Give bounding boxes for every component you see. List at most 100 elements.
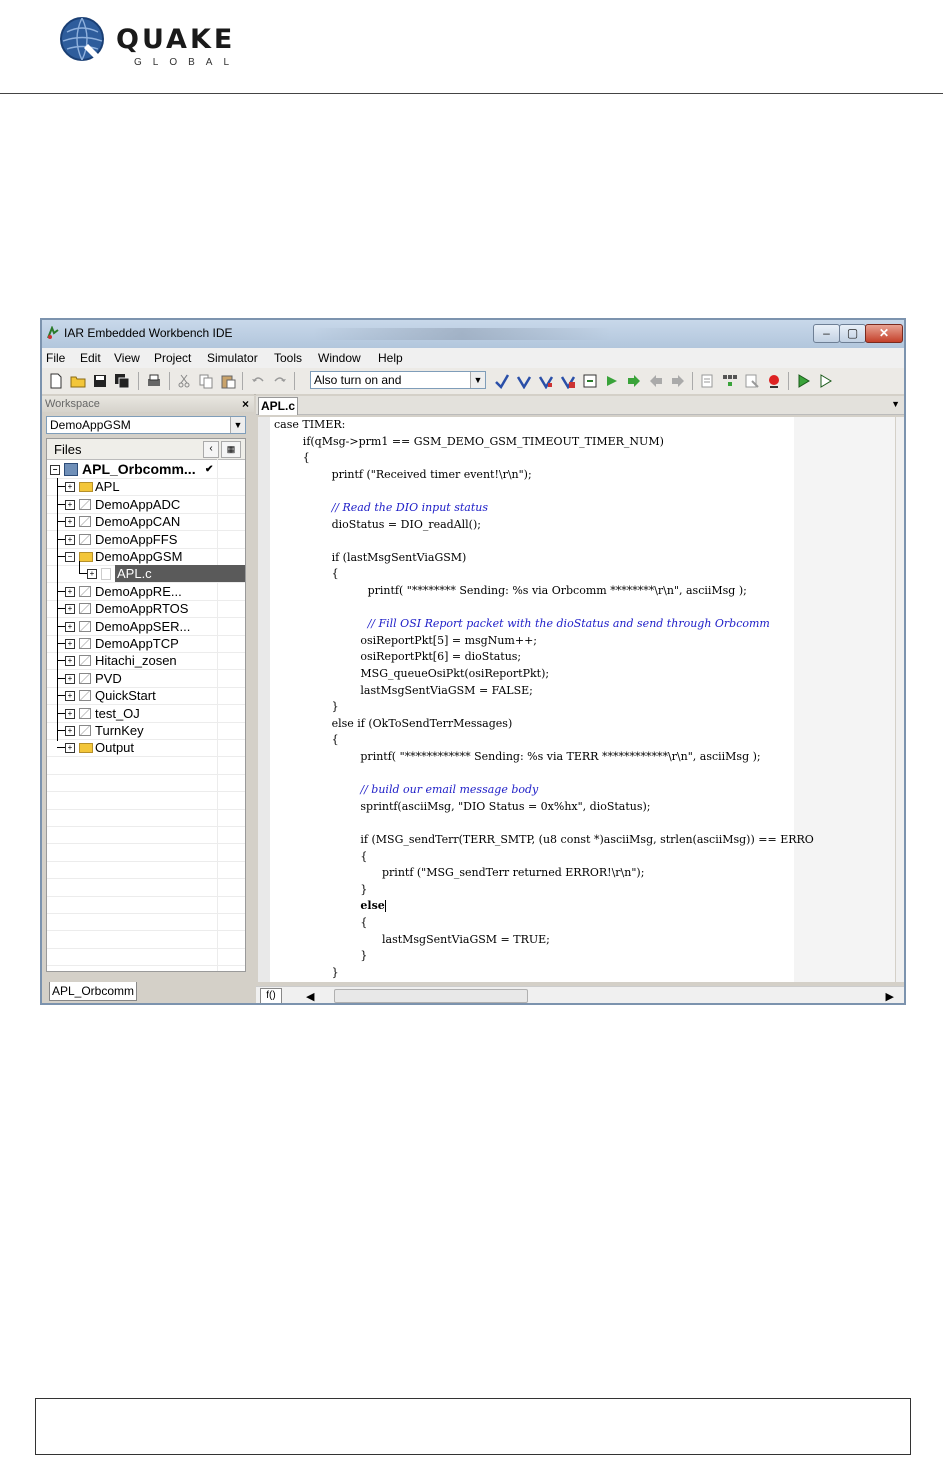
expand-icon[interactable]: + — [65, 534, 75, 545]
tree-item[interactable]: − DemoAppGSM — [47, 548, 245, 565]
save-icon[interactable] — [92, 373, 108, 389]
tree-item[interactable]: + PVD — [47, 670, 245, 687]
tree-item[interactable]: + test_OJ — [47, 705, 245, 722]
menu-tools[interactable]: Tools — [274, 351, 302, 365]
options-icon[interactable]: ▦ — [221, 441, 241, 458]
scroll-right-icon[interactable]: ▶ — [886, 990, 894, 1003]
expand-icon[interactable]: + — [65, 691, 75, 702]
tree-item-label: APL — [95, 479, 120, 495]
scroll-left-icon[interactable]: ◀ — [306, 990, 314, 1003]
editor-tab-bar: APL.c ▼ — [256, 396, 904, 415]
chevron-down-icon[interactable]: ▼ — [470, 372, 485, 388]
vertical-scrollbar[interactable] — [896, 417, 904, 982]
function-nav-button[interactable]: f() — [260, 988, 282, 1003]
tree-item[interactable]: + Hitachi_zosen — [47, 652, 245, 669]
cut-icon[interactable] — [176, 373, 192, 389]
bookmark-icon[interactable] — [604, 373, 620, 389]
tree-item[interactable]: + QuickStart — [47, 687, 245, 704]
menu-window[interactable]: Window — [318, 351, 361, 365]
print-icon[interactable] — [146, 373, 162, 389]
find-icon[interactable] — [494, 373, 510, 389]
collapse-icon[interactable]: − — [50, 465, 60, 475]
new-file-icon[interactable] — [48, 373, 64, 389]
title-bar[interactable]: IAR Embedded Workbench IDE – ▢ ✕ — [42, 320, 904, 348]
workspace-close-button[interactable]: × — [242, 396, 249, 412]
prev-bookmark-icon[interactable] — [648, 373, 664, 389]
chevron-down-icon[interactable]: ▼ — [230, 417, 245, 433]
find-next-icon[interactable] — [516, 373, 532, 389]
replace-icon[interactable] — [560, 373, 576, 389]
tab-menu-icon[interactable]: ▼ — [891, 399, 900, 409]
tree-item[interactable]: + APL — [47, 478, 245, 495]
tree-item[interactable]: + DemoAppCAN — [47, 513, 245, 530]
make-icon[interactable] — [722, 373, 738, 389]
open-folder-icon[interactable] — [70, 373, 86, 389]
expand-icon[interactable]: + — [65, 482, 75, 493]
stop-build-icon[interactable] — [766, 373, 782, 389]
debug-no-download-icon[interactable] — [818, 373, 834, 389]
tree-item[interactable]: + DemoAppRTOS — [47, 600, 245, 617]
minimize-button[interactable]: – — [813, 324, 840, 343]
menu-simulator[interactable]: Simulator — [207, 351, 258, 365]
workspace-tab[interactable]: APL_Orbcomm — [49, 982, 137, 1001]
next-bookmark-icon[interactable] — [626, 373, 642, 389]
code-editor[interactable]: case TIMER: if(qMsg->prm1 == GSM_DEMO_GSM… — [258, 417, 895, 982]
menu-view[interactable]: View — [114, 351, 140, 365]
tree-item[interactable]: + Output — [47, 739, 245, 756]
tree-item[interactable]: + DemoAppTCP — [47, 635, 245, 652]
redo-icon[interactable] — [272, 373, 288, 389]
menu-file[interactable]: File — [46, 351, 65, 365]
code-text: if(qMsg->prm1 == GSM_DEMO_GSM_TIMEOUT_TI… — [302, 434, 664, 448]
code-line: printf( "************ Sending: %s via TE… — [360, 750, 760, 764]
expand-icon[interactable]: + — [65, 639, 75, 649]
expand-icon[interactable]: + — [65, 726, 75, 736]
expand-icon[interactable]: + — [65, 708, 75, 719]
scroll-thumb[interactable] — [334, 989, 528, 1003]
debug-icon[interactable] — [796, 373, 812, 389]
configuration-select[interactable]: DemoAppGSM ▼ — [46, 416, 246, 434]
project-icon — [64, 463, 78, 476]
go-to-icon[interactable] — [582, 373, 598, 389]
tree-item[interactable]: + DemoAppADC — [47, 496, 245, 513]
tree-item[interactable]: + DemoAppRE... — [47, 583, 245, 600]
menu-project[interactable]: Project — [154, 351, 191, 365]
tree-item[interactable]: + DemoAppSER... — [47, 618, 245, 635]
close-button[interactable]: ✕ — [865, 324, 903, 343]
code-text: } — [360, 882, 368, 896]
menu-edit[interactable]: Edit — [80, 351, 101, 365]
tree-item[interactable]: + APL.c — [47, 561, 245, 583]
expand-icon[interactable]: + — [65, 586, 75, 597]
code-line: if (lastMsgSentViaGSM) — [332, 551, 467, 565]
find-combo-box[interactable]: Also turn on and ▼ — [310, 371, 486, 389]
horizontal-scrollbar[interactable]: f() ◀ ▶ — [256, 986, 904, 1003]
expand-icon[interactable]: + — [65, 499, 75, 510]
menu-help[interactable]: Help — [378, 351, 403, 365]
expand-icon[interactable]: + — [65, 621, 75, 632]
column-scroll-icon[interactable]: ‹ — [203, 441, 219, 458]
logo-subtitle: GLOBAL — [134, 57, 241, 68]
expand-icon[interactable]: + — [87, 569, 97, 580]
window-title: IAR Embedded Workbench IDE — [64, 326, 233, 340]
copy-icon[interactable] — [198, 373, 214, 389]
save-all-icon[interactable] — [114, 373, 130, 389]
maximize-button[interactable]: ▢ — [839, 324, 866, 343]
tab-apl-c[interactable]: APL.c — [258, 397, 298, 415]
expand-icon[interactable]: + — [65, 673, 75, 684]
tree-item[interactable]: + TurnKey — [47, 722, 245, 739]
code-line: { — [303, 451, 310, 465]
rebuild-icon[interactable] — [744, 373, 760, 389]
tree-item-label: DemoAppCAN — [95, 514, 181, 530]
code-text: if (lastMsgSentViaGSM) — [331, 550, 467, 564]
expand-icon[interactable]: + — [65, 656, 75, 667]
tree-item[interactable]: + DemoAppFFS — [47, 531, 245, 548]
tree-item[interactable]: − APL_Orbcomm... ✔ — [47, 461, 245, 478]
compile-icon[interactable] — [700, 373, 716, 389]
expand-icon[interactable]: + — [65, 743, 75, 754]
expand-icon[interactable]: + — [65, 517, 75, 528]
collapse-icon[interactable]: − — [65, 552, 75, 562]
expand-icon[interactable]: + — [65, 604, 75, 615]
find-prev-icon[interactable] — [538, 373, 554, 389]
undo-icon[interactable] — [250, 373, 266, 389]
paste-icon[interactable] — [220, 373, 236, 389]
next-error-icon[interactable] — [670, 373, 686, 389]
